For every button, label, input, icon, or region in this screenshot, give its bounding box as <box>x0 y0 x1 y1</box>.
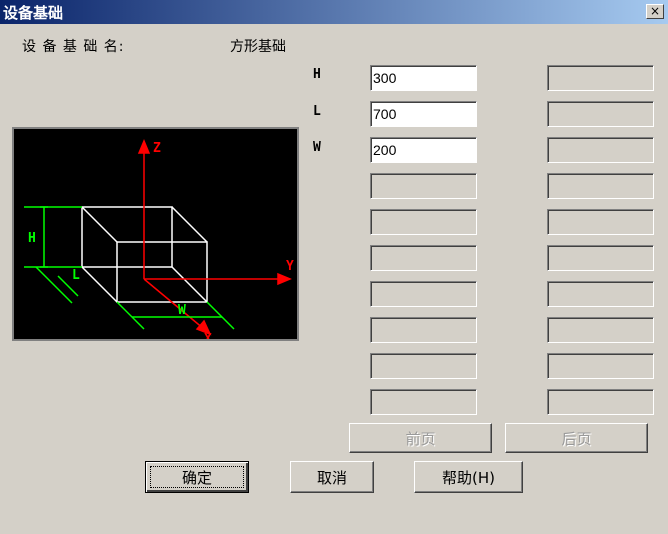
cancel-button[interactable]: 取消 <box>290 461 374 493</box>
next-page-button[interactable]: 后页 <box>505 423 648 453</box>
param-input-h[interactable] <box>370 65 477 91</box>
param-input-7 <box>370 281 477 307</box>
param-input-r9 <box>547 353 654 379</box>
help-button[interactable]: 帮助(H) <box>414 461 523 493</box>
foundation-diagram: Z Y X H L W <box>12 127 299 347</box>
param-input-r7 <box>547 281 654 307</box>
param-input-r10 <box>547 389 654 415</box>
foundation-name-value: 方形基础 <box>230 39 286 55</box>
dimension-lines <box>24 206 235 330</box>
dimension-label-l: L <box>72 268 80 283</box>
foundation-name-label: 设 备 基 础 名: <box>22 39 125 55</box>
param-input-5 <box>370 209 477 235</box>
focus-rect <box>150 466 244 488</box>
param-input-8 <box>370 317 477 343</box>
param-input-r3 <box>547 137 654 163</box>
param-input-r1 <box>547 65 654 91</box>
dimension-label-w: W <box>178 303 186 318</box>
axis-label-z: Z <box>153 141 161 156</box>
dimension-label-h: H <box>28 231 36 246</box>
param-input-r8 <box>547 317 654 343</box>
param-label-h: H <box>313 67 321 82</box>
param-input-r6 <box>547 245 654 271</box>
param-input-6 <box>370 245 477 271</box>
param-label-l: L <box>313 104 321 119</box>
param-input-r4 <box>547 173 654 199</box>
param-input-l[interactable] <box>370 101 477 127</box>
axis-label-y: Y <box>286 259 294 274</box>
param-input-r2 <box>547 101 654 127</box>
param-label-w: W <box>313 140 321 155</box>
close-button[interactable]: × <box>646 4 664 19</box>
param-input-r5 <box>547 209 654 235</box>
diagram-svg: Z Y X H L W <box>24 139 294 347</box>
axes <box>137 139 292 336</box>
ok-button[interactable]: 确定 <box>145 461 249 493</box>
window-title: 设备基础 <box>3 4 64 22</box>
param-input-4 <box>370 173 477 199</box>
close-icon: × <box>649 4 661 18</box>
param-input-w[interactable] <box>370 137 477 163</box>
param-input-9 <box>370 353 477 379</box>
prev-page-button[interactable]: 前页 <box>349 423 492 453</box>
title-bar: 设备基础 × <box>0 0 668 24</box>
axis-label-x: X <box>204 332 212 339</box>
param-input-10 <box>370 389 477 415</box>
